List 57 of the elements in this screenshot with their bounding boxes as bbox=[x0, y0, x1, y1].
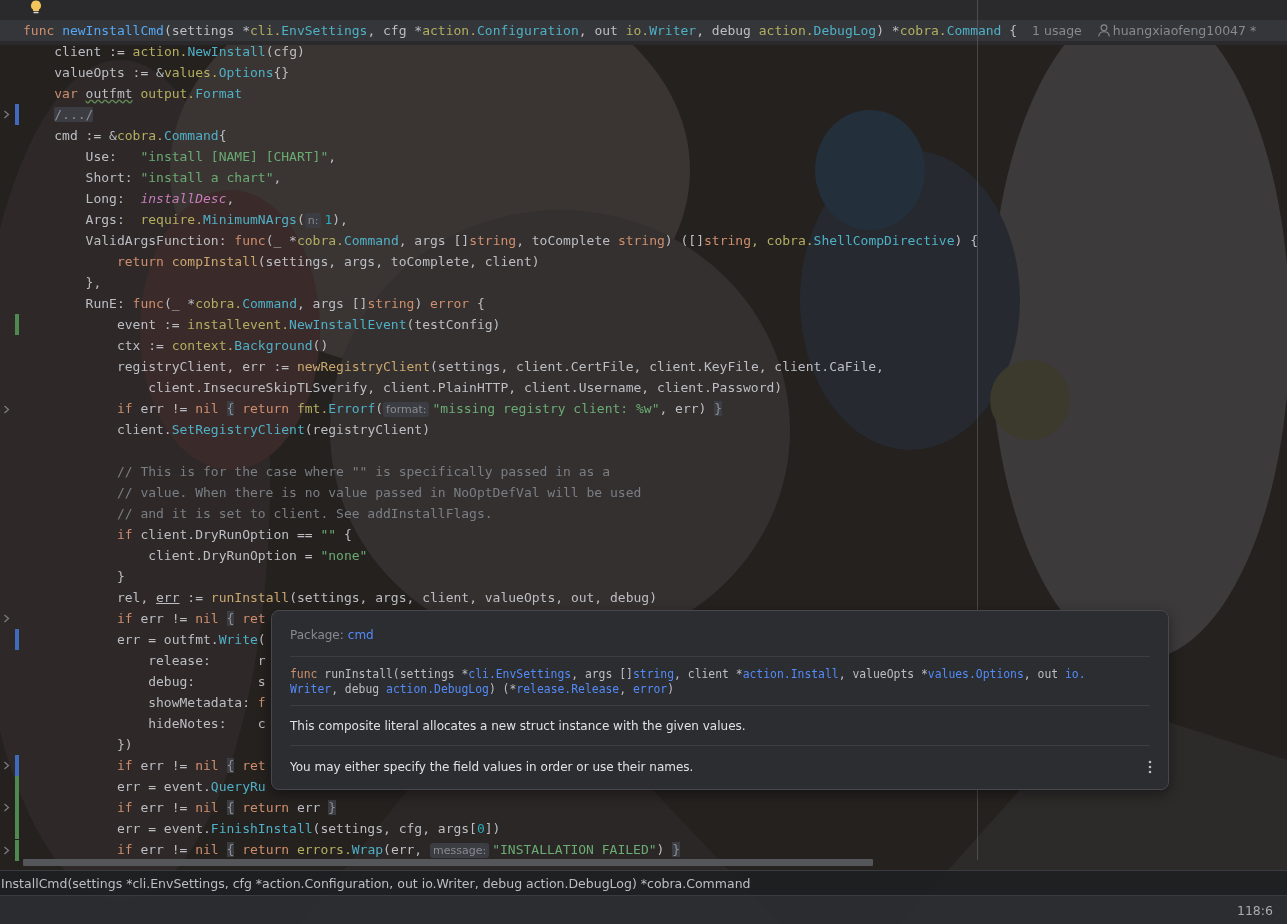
usage-count[interactable]: 1 usage bbox=[1032, 23, 1082, 38]
code-line: showMetadata: f bbox=[148, 694, 266, 712]
code-line: // value. When there is no value passed in NoOptDefVal will be used bbox=[116, 484, 642, 502]
code-line: var outfmt output.Format bbox=[54, 85, 243, 103]
code-line: err = event.QueryRu bbox=[116, 778, 266, 796]
code-line: // and it is set to client. See addInstallFlags. bbox=[116, 505, 493, 523]
code-line: return compInstall(settings, args, toComplete, client) bbox=[116, 253, 540, 271]
code-line: client.SetRegistryClient(registryClient) bbox=[116, 421, 430, 439]
more-icon[interactable] bbox=[1148, 760, 1152, 774]
author-name[interactable]: huangxiaofeng10047 * bbox=[1112, 23, 1257, 38]
caret-position[interactable]: 118:6 bbox=[1236, 902, 1273, 918]
scrollbar[interactable] bbox=[23, 859, 873, 866]
code-line: debug: s bbox=[148, 673, 266, 691]
code-line: cmd := &cobra.Command{ bbox=[54, 127, 227, 145]
code-line: if err != nil { return err } bbox=[116, 799, 337, 817]
code-line: }, bbox=[85, 274, 102, 292]
code-line: if err != nil { return fmt.Errorf( format: "missing registry client: %w", err) } bbox=[116, 400, 723, 419]
chevron-icon[interactable] bbox=[3, 110, 10, 119]
package-label: Package: bbox=[290, 628, 344, 642]
code-line: valueOpts := &values.Options{} bbox=[54, 64, 290, 82]
chevron-icon[interactable] bbox=[3, 845, 10, 855]
chevron-icon[interactable] bbox=[3, 803, 10, 812]
chevron-icon[interactable] bbox=[3, 404, 10, 414]
code-line: if err != nil { ret bbox=[116, 757, 266, 775]
code-line: release: r bbox=[148, 652, 266, 670]
code-line: if err != nil { ret bbox=[116, 610, 266, 628]
code-line: Use: "install [NAME] [CHART]", bbox=[85, 148, 337, 166]
code-line: func newInstallCmd(settings *cli.EnvSettings, cfg *action.Configuration, out io.Writer, debug action.DebugLog) *cobra.Command { bbox=[23, 22, 1018, 40]
package-link[interactable]: cmd bbox=[347, 628, 374, 642]
code-line: rel, err := runInstall(settings, args, client, valueOpts, out, debug) bbox=[116, 589, 657, 607]
description-text: You may either specify the field values in order or use their names. bbox=[290, 760, 694, 774]
code-line: client.InsecureSkipTLSverify, client.PlainHTTP, client.Username, client.Password) bbox=[148, 379, 783, 397]
code-line: err = outfmt.Write( bbox=[116, 631, 266, 649]
code-line: Short: "install a chart", bbox=[85, 169, 282, 187]
code-line: } bbox=[116, 568, 125, 586]
code-line: // This is for the case where "" is specifically passed in as a bbox=[116, 463, 610, 481]
code-line: client.DryRunOption = "none" bbox=[148, 547, 368, 565]
code-line: ValidArgsFunction: func(_ *cobra.Command, args []string, toComplete string) ([]string, cobra.ShellCompDirective) { bbox=[85, 232, 978, 250]
code-line: hideNotes: c bbox=[148, 715, 266, 733]
chevron-icon[interactable] bbox=[3, 761, 10, 770]
code-line: if client.DryRunOption == "" { bbox=[116, 526, 352, 544]
code-line: err = event.FinishInstall(settings, cfg, args[0]) bbox=[116, 820, 501, 838]
signature-line: Writer, debug action.DebugLog) (*release.Release, error) bbox=[290, 682, 676, 697]
code-line: registryClient, err := newRegistryClient(settings, client.CertFile, client.KeyFile, client.CaFile, bbox=[116, 358, 884, 376]
code-line: }) bbox=[116, 736, 133, 754]
code-line: client := action.NewInstall(cfg) bbox=[54, 43, 305, 61]
code-line: event := installevent.NewInstallEvent(testConfig) bbox=[116, 316, 501, 334]
code-line: RunE: func(_ *cobra.Command, args []string) error { bbox=[85, 295, 485, 313]
code-line: Args: require.MinimumNArgs( n: 1), bbox=[85, 211, 348, 230]
code-line: ctx := context.Background() bbox=[116, 337, 329, 355]
description-text: This composite literal allocates a new struct instance with the given values. bbox=[290, 719, 746, 733]
lightbulb-icon[interactable] bbox=[29, 0, 43, 14]
signature-line: func runInstall(settings *cli.EnvSettings, args []string, client *action.Install, valueOpts *values.Options, out io. bbox=[290, 667, 1087, 682]
code-line: if err != nil { return errors.Wrap(err, message: "INSTALLATION FAILED") } bbox=[116, 841, 681, 860]
chevron-icon[interactable] bbox=[3, 614, 10, 623]
code-line: Long: installDesc, bbox=[85, 190, 235, 208]
person-icon bbox=[1097, 24, 1110, 37]
